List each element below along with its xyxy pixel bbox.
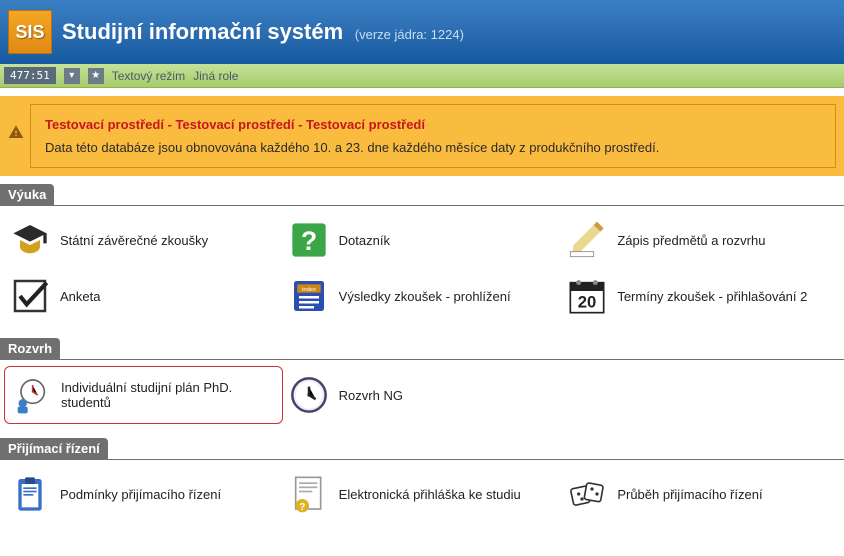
module-label: Výsledky zkoušek - prohlížení xyxy=(339,289,511,304)
module-label: Elektronická přihláška ke studiu xyxy=(339,487,521,502)
section-rozvrh-head-wrap: Rozvrh xyxy=(0,330,844,360)
clock-icon xyxy=(289,375,329,415)
module-label: Dotazník xyxy=(339,233,390,248)
module-label: Zápis předmětů a rozvrhu xyxy=(617,233,765,248)
section-rozvrh-head: Rozvrh xyxy=(0,338,60,359)
module-label: Rozvrh NG xyxy=(339,388,403,403)
question-icon: ? xyxy=(289,220,329,260)
module-label: Individuální studijní plán PhD. studentů xyxy=(61,380,276,410)
warning-text: Data této databáze jsou obnovována každé… xyxy=(45,140,821,155)
module-label: Termíny zkoušek - přihlašování 2 xyxy=(617,289,807,304)
other-role-link[interactable]: Jiná role xyxy=(193,69,238,83)
app-title: Studijní informační systém (verze jádra:… xyxy=(62,19,464,45)
app-header: SIS Studijní informační systém (verze já… xyxy=(0,0,844,64)
session-time: 477:51 xyxy=(4,67,56,84)
section-vyuka-head: Výuka xyxy=(0,184,54,205)
graduation-cap-icon xyxy=(10,220,50,260)
toolbar: 477:51 ▾ ★ Textový režim Jiná role xyxy=(0,64,844,88)
module-individualni-plan-phd[interactable]: Individuální studijní plán PhD. studentů xyxy=(4,366,283,424)
svg-text:?: ? xyxy=(301,226,317,256)
pencil-paper-icon xyxy=(567,220,607,260)
app-title-text: Studijní informační systém xyxy=(62,19,343,44)
form-question-icon: ? xyxy=(289,474,329,514)
svg-text:index: index xyxy=(302,287,316,293)
rozvrh-grid: Individuální studijní plán PhD. studentů… xyxy=(0,360,844,430)
svg-text:20: 20 xyxy=(578,293,597,312)
arrow-down-icon[interactable]: ▾ xyxy=(64,68,80,84)
app-version: (verze jádra: 1224) xyxy=(355,27,464,42)
module-terminy-zkousek[interactable]: 20 Termíny zkoušek - přihlašování 2 xyxy=(561,268,840,324)
module-label: Státní závěrečné zkoušky xyxy=(60,233,208,248)
module-elektronicka-prihlaska[interactable]: ? Elektronická přihláška ke studiu xyxy=(283,466,562,522)
sis-logo: SIS xyxy=(8,10,52,54)
text-mode-link[interactable]: Textový režim xyxy=(112,69,185,83)
dice-icon xyxy=(567,474,607,514)
warning-box: Testovací prostředí - Testovací prostřed… xyxy=(30,104,836,168)
warning-banner: Testovací prostředí - Testovací prostřed… xyxy=(0,96,844,176)
module-prubeh-prijimaciho[interactable]: Průběh přijímacího řízení xyxy=(561,466,840,522)
index-book-icon: index xyxy=(289,276,329,316)
prijimaci-grid: Podmínky přijímacího řízení ? Elektronic… xyxy=(0,460,844,528)
module-vysledky-zkousek[interactable]: index Výsledky zkoušek - prohlížení xyxy=(283,268,562,324)
module-statni-zaverecne-zkousky[interactable]: Státní závěrečné zkoušky xyxy=(4,212,283,268)
module-label: Anketa xyxy=(60,289,100,304)
calendar-icon: 20 xyxy=(567,276,607,316)
vyuka-grid: Státní závěrečné zkoušky ? Dotazník Zápi… xyxy=(0,206,844,330)
clock-person-icon xyxy=(11,375,51,415)
checkbox-icon xyxy=(10,276,50,316)
warning-title: Testovací prostředí - Testovací prostřed… xyxy=(45,117,821,132)
module-rozvrh-ng[interactable]: Rozvrh NG xyxy=(283,366,562,424)
star-icon[interactable]: ★ xyxy=(88,68,104,84)
clipboard-icon xyxy=(10,474,50,514)
section-vyuka-head-wrap: Výuka xyxy=(0,176,844,206)
module-anketa[interactable]: Anketa xyxy=(4,268,283,324)
svg-text:?: ? xyxy=(299,502,305,513)
warning-icon xyxy=(8,124,24,140)
module-label: Podmínky přijímacího řízení xyxy=(60,487,221,502)
module-dotaznik[interactable]: ? Dotazník xyxy=(283,212,562,268)
module-label: Průběh přijímacího řízení xyxy=(617,487,762,502)
module-podminky-prijimaciho[interactable]: Podmínky přijímacího řízení xyxy=(4,466,283,522)
section-prijimaci-head: Přijímací řízení xyxy=(0,438,108,459)
section-prijimaci-head-wrap: Přijímací řízení xyxy=(0,430,844,460)
module-zapis-predmetu[interactable]: Zápis předmětů a rozvrhu xyxy=(561,212,840,268)
